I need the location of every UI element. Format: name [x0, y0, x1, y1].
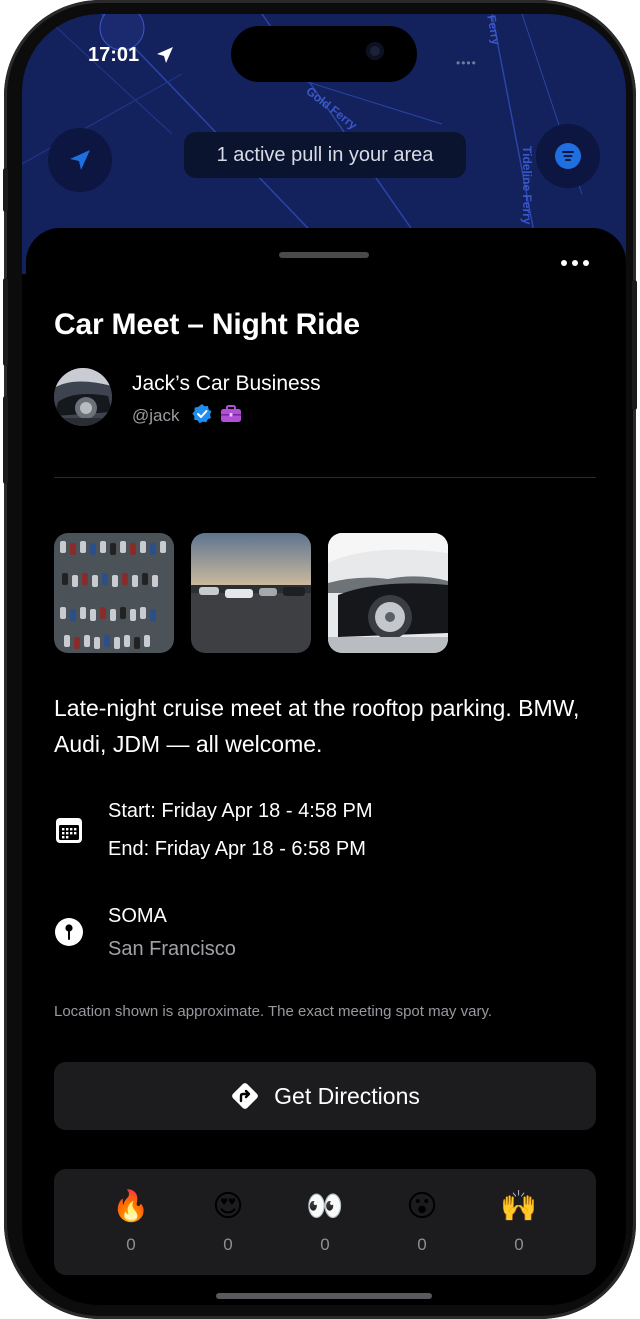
aerial-parking-lot-photo	[54, 533, 174, 653]
reaction-count: 0	[417, 1235, 427, 1254]
get-directions-button[interactable]: Get Directions	[54, 1062, 596, 1130]
event-detail-sheet: Car Meet – Night Ride Jack’s Car Busines…	[26, 228, 626, 1305]
reaction-fire[interactable]: 🔥 0	[101, 1189, 161, 1255]
location-city: San Francisco	[108, 938, 236, 960]
avatar[interactable]	[54, 368, 112, 426]
volume-up-button	[3, 278, 8, 366]
reaction-count: 0	[514, 1235, 524, 1254]
filter-list-icon	[555, 143, 581, 169]
filter-button[interactable]	[536, 124, 600, 188]
event-start-time: Start: Friday Apr 18 - 4:58 PM	[108, 800, 373, 822]
location-arrow-icon	[70, 150, 90, 170]
cellular-signal-icon: ••••	[456, 56, 477, 70]
status-bar: 17:01 ••••	[22, 14, 626, 94]
eyes-icon: 👀	[306, 1190, 344, 1223]
host-name[interactable]: Jack’s Car Business	[132, 372, 321, 396]
home-indicator[interactable]	[216, 1293, 432, 1299]
phone-frame: Gold Ferry Tideline Ferry Ferry 17:01 ••…	[3, 0, 637, 1319]
reaction-count: 0	[320, 1235, 330, 1254]
avatar-image	[54, 368, 112, 426]
reactions-bar: 🔥 0 😍 0 👀 0 😮 0 🙌 0	[54, 1169, 596, 1275]
screen: Gold Ferry Tideline Ferry Ferry 17:01 ••…	[22, 14, 626, 1305]
reaction-surprised[interactable]: 😮 0	[392, 1189, 452, 1255]
reaction-heart-eyes[interactable]: 😍 0	[198, 1189, 258, 1255]
dynamic-island	[231, 26, 417, 82]
reaction-eyes[interactable]: 👀 0	[295, 1189, 355, 1255]
divider	[54, 477, 596, 478]
event-description: Late-night cruise meet at the rooftop pa…	[54, 695, 580, 757]
front-camera	[366, 42, 384, 60]
fire-icon: 🔥	[112, 1190, 150, 1223]
event-photo[interactable]	[54, 533, 174, 653]
event-end-time: End: Friday Apr 18 - 6:58 PM	[108, 838, 366, 860]
location-disclaimer: Location shown is approximate. The exact…	[54, 1003, 492, 1020]
location-area: SOMA	[108, 905, 167, 927]
car-wheel-closeup-photo	[328, 533, 448, 653]
map-street-label: Tideline Ferry	[520, 146, 534, 225]
reaction-count: 0	[223, 1235, 233, 1254]
calendar-icon	[56, 818, 82, 843]
sunset-car-lot-photo	[191, 533, 311, 653]
directions-icon	[232, 1083, 259, 1109]
power-button	[632, 280, 637, 410]
event-photo[interactable]	[191, 533, 311, 653]
active-pulls-banner[interactable]: 1 active pull in your area	[184, 132, 466, 178]
more-options-icon[interactable]	[561, 260, 589, 266]
status-time: 17:01	[88, 44, 140, 66]
action-button	[3, 168, 8, 212]
location-services-icon	[157, 47, 173, 63]
sheet-grabber[interactable]	[279, 252, 369, 258]
locate-me-button[interactable]	[48, 128, 112, 192]
raised-hands-icon: 🙌	[500, 1190, 538, 1223]
surprised-face-icon: 😮	[406, 1190, 438, 1223]
heart-eyes-icon: 😍	[212, 1190, 244, 1223]
location-pin-icon	[55, 918, 83, 946]
host-handle: @jack	[132, 406, 180, 425]
reaction-raised-hands[interactable]: 🙌 0	[489, 1189, 549, 1255]
event-title: Car Meet – Night Ride	[54, 308, 360, 341]
verified-badge-icon	[192, 404, 212, 424]
event-photo[interactable]	[328, 533, 448, 653]
volume-down-button	[3, 396, 8, 484]
briefcase-icon	[221, 405, 241, 422]
reaction-count: 0	[126, 1235, 136, 1254]
get-directions-label: Get Directions	[274, 1082, 420, 1109]
battery-icon	[22, 14, 55, 30]
